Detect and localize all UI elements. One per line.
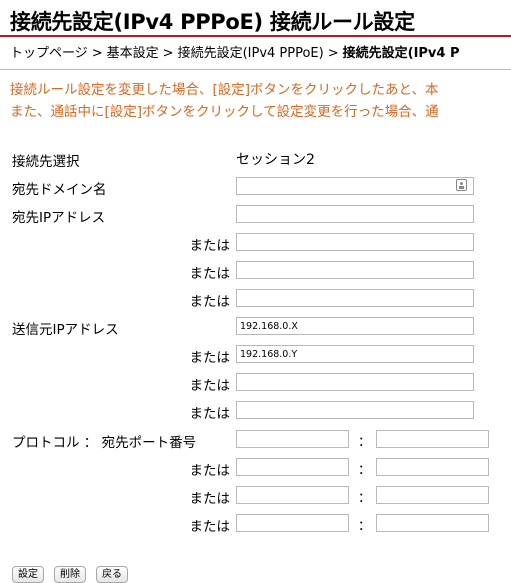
- session-value: セッション2: [236, 152, 315, 168]
- page-title: 接続先設定(IPv4 PPPoE) 接続ルール設定: [10, 10, 415, 34]
- or-label: または: [189, 406, 231, 422]
- protocol-port-label: プロトコル ： 宛先ポート番号: [12, 435, 197, 451]
- or-label: または: [189, 266, 231, 282]
- port-separator: ：: [358, 491, 372, 506]
- set-button[interactable]: 設定: [12, 566, 44, 583]
- port-separator: ：: [358, 435, 372, 450]
- back-button[interactable]: 戻る: [96, 566, 128, 583]
- port-separator: ：: [358, 519, 372, 534]
- src-ip-input-2[interactable]: [236, 345, 474, 363]
- src-ip-input-3[interactable]: [236, 373, 474, 391]
- title-divider: [0, 35, 511, 37]
- or-label: または: [189, 238, 231, 254]
- breadcrumb-item-basic[interactable]: 基本設定: [107, 46, 159, 61]
- protocol-input-2[interactable]: [236, 458, 349, 476]
- domain-input[interactable]: [236, 177, 474, 195]
- notice-line-2: また、通話中に[設定]ボタンをクリックして設定変更を行った場合、通: [10, 104, 439, 120]
- breadcrumb-separator: >: [91, 46, 103, 61]
- dest-ip-input-3[interactable]: [236, 261, 474, 279]
- dest-ip-input-1[interactable]: [236, 205, 474, 223]
- contact-card-icon[interactable]: [456, 179, 467, 191]
- dest-ip-input-4[interactable]: [236, 289, 474, 307]
- protocol-input-4[interactable]: [236, 514, 349, 532]
- protocol-input-3[interactable]: [236, 486, 349, 504]
- breadcrumb: トップページ > 基本設定 > 接続先設定(IPv4 PPPoE) > 接続先設定(IPv4…: [10, 42, 460, 61]
- port-input-3[interactable]: [376, 486, 489, 504]
- session-label: 接続先選択: [12, 154, 80, 170]
- delete-button[interactable]: 削除: [54, 566, 86, 583]
- breadcrumb-divider: [0, 69, 511, 70]
- or-label: または: [189, 491, 231, 507]
- breadcrumb-item-current: 接続先設定(IPv4 P: [342, 46, 460, 61]
- port-input-4[interactable]: [376, 514, 489, 532]
- port-input-2[interactable]: [376, 458, 489, 476]
- src-ip-label: 送信元IPアドレス: [12, 322, 119, 338]
- port-input-1[interactable]: [376, 430, 489, 448]
- or-label: または: [189, 378, 231, 394]
- breadcrumb-separator: >: [327, 46, 339, 61]
- domain-label: 宛先ドメイン名: [12, 182, 107, 198]
- or-label: または: [189, 350, 231, 366]
- breadcrumb-separator: >: [162, 46, 174, 61]
- dest-ip-label: 宛先IPアドレス: [12, 210, 106, 226]
- notice-line-1: 接続ルール設定を変更した場合、[設定]ボタンをクリックしたあと、本: [10, 82, 439, 98]
- src-ip-input-4[interactable]: [236, 401, 474, 419]
- or-label: または: [189, 294, 231, 310]
- or-label: または: [189, 519, 231, 535]
- breadcrumb-item-top[interactable]: トップページ: [10, 46, 88, 61]
- dest-ip-input-2[interactable]: [236, 233, 474, 251]
- protocol-input-1[interactable]: [236, 430, 349, 448]
- breadcrumb-item-connection[interactable]: 接続先設定(IPv4 PPPoE): [178, 46, 324, 61]
- or-label: または: [189, 463, 231, 479]
- src-ip-input-1[interactable]: [236, 317, 474, 335]
- notice-text: 接続ルール設定を変更した場合、[設定]ボタンをクリックしたあと、本 また、通話中…: [10, 79, 439, 123]
- port-separator: ：: [358, 463, 372, 478]
